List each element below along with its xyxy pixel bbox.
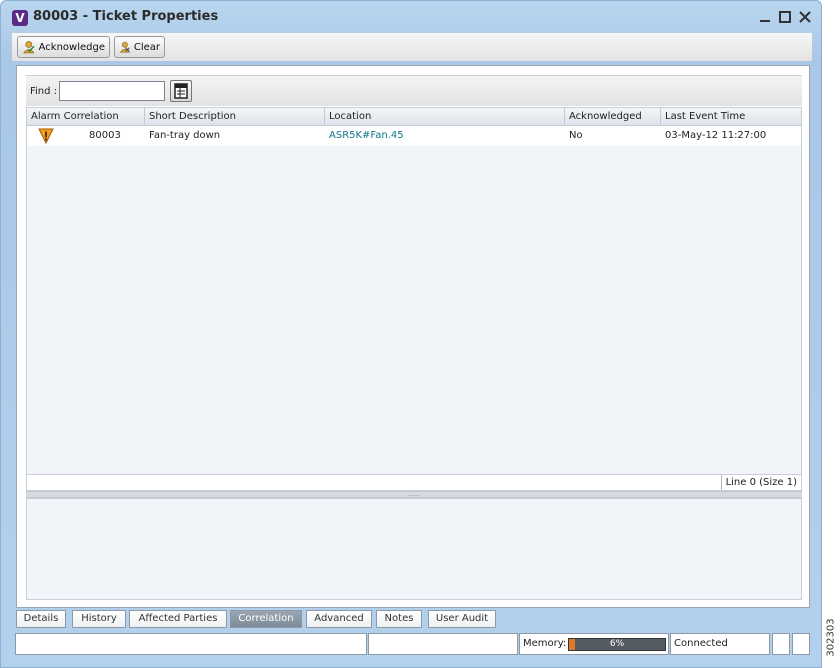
- severity-cell: [37, 126, 59, 146]
- minimize-icon: [760, 20, 770, 22]
- pane-splitter[interactable]: .....: [26, 491, 802, 498]
- status-area-5: [772, 633, 790, 655]
- memory-indicator: Memory: 6%: [519, 633, 669, 655]
- connection-status: Connected: [670, 633, 770, 655]
- memory-label: Memory:: [523, 638, 567, 649]
- column-header-acknowledged[interactable]: Acknowledged: [565, 108, 661, 126]
- maximize-button[interactable]: [777, 9, 793, 25]
- figure-id-text: 302303: [825, 618, 837, 657]
- table-header: Alarm Correlation Short Description Loca…: [27, 108, 801, 126]
- find-bar: Find :: [26, 75, 802, 106]
- minimize-button[interactable]: [757, 9, 773, 25]
- acknowledge-button[interactable]: Acknowledge: [17, 36, 110, 58]
- close-button[interactable]: [797, 9, 813, 25]
- acknowledge-icon: [23, 41, 35, 54]
- acknowledged-cell: No: [569, 130, 583, 141]
- title-bar[interactable]: V 80003 - Ticket Properties: [1, 1, 821, 33]
- tab-affected-parties[interactable]: Affected Parties: [129, 610, 227, 628]
- clear-icon: [119, 41, 130, 53]
- clear-button[interactable]: Clear: [114, 36, 165, 58]
- tab-notes[interactable]: Notes: [376, 610, 422, 628]
- close-icon: [799, 11, 811, 23]
- tab-user-audit[interactable]: User Audit: [428, 610, 496, 628]
- alarm-id-cell: 80003: [89, 130, 121, 141]
- correlation-panel: Find : Alarm Correlation Short Descripti…: [16, 65, 810, 608]
- find-input[interactable]: [59, 81, 165, 101]
- maximize-icon: [779, 11, 791, 23]
- find-options-button[interactable]: [170, 80, 192, 102]
- clear-label: Clear: [133, 41, 160, 53]
- memory-bar: 6%: [568, 638, 666, 651]
- status-area-6: [792, 633, 810, 655]
- column-header-location[interactable]: Location: [325, 108, 565, 126]
- tab-correlation[interactable]: Correlation: [230, 610, 302, 628]
- correlation-table: Alarm Correlation Short Description Loca…: [26, 107, 802, 475]
- table-status-line: Line 0 (Size 1): [26, 475, 802, 491]
- detail-pane: [26, 498, 802, 600]
- column-header-alarm-correlation[interactable]: Alarm Correlation: [27, 108, 145, 126]
- memory-percent: 6%: [609, 639, 625, 649]
- find-label: Find :: [30, 86, 58, 97]
- acknowledge-label: Acknowledge: [38, 41, 105, 53]
- window-title: 80003 - Ticket Properties: [33, 9, 219, 24]
- last-event-time-cell: 03-May-12 11:27:00: [665, 130, 767, 141]
- tab-advanced[interactable]: Advanced: [306, 610, 372, 628]
- tab-details[interactable]: Details: [16, 610, 66, 628]
- app-logo-icon: V: [12, 10, 28, 26]
- status-area-2: [368, 633, 518, 655]
- line-info: Line 0 (Size 1): [720, 475, 801, 490]
- status-message-area: [15, 633, 367, 655]
- warning-icon: [38, 128, 54, 145]
- table-row[interactable]: 80003 Fan-tray down ASR5K#Fan.45 No 03-M…: [27, 126, 801, 146]
- column-header-short-description[interactable]: Short Description: [145, 108, 325, 126]
- status-bar: Memory: 6% Connected: [12, 633, 812, 655]
- figure-id: 302303: [823, 612, 840, 668]
- table-settings-icon: [174, 83, 188, 99]
- location-link[interactable]: ASR5K#Fan.45: [325, 126, 565, 146]
- toolbar: Acknowledge Clear: [12, 33, 812, 61]
- short-description-cell: Fan-tray down: [149, 130, 221, 141]
- ticket-properties-window: V 80003 - Ticket Properties Acknowledge: [0, 0, 822, 668]
- tab-history[interactable]: History: [72, 610, 126, 628]
- column-header-last-event-time[interactable]: Last Event Time: [661, 108, 801, 126]
